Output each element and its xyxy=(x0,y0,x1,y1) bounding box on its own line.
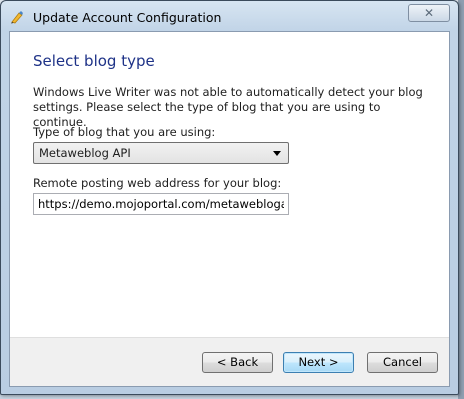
page-title: Select blog type xyxy=(33,52,155,70)
title-bar[interactable]: Update Account Configuration ✕ xyxy=(1,1,458,33)
cancel-button[interactable]: Cancel xyxy=(367,352,438,373)
blog-type-select[interactable]: Metaweblog API xyxy=(33,142,289,164)
wizard-page: Select blog type Windows Live Writer was… xyxy=(10,32,449,337)
window-title: Update Account Configuration xyxy=(33,10,222,25)
footer-divider xyxy=(10,337,449,338)
close-icon: ✕ xyxy=(423,6,435,20)
dialog-client-area: Select blog type Windows Live Writer was… xyxy=(9,31,450,387)
dialog-window: Update Account Configuration ✕ Select bl… xyxy=(0,0,459,395)
close-button[interactable]: ✕ xyxy=(408,4,450,22)
remote-address-label: Remote posting web address for your blog… xyxy=(33,176,282,190)
back-button[interactable]: < Back xyxy=(202,352,273,373)
blog-type-label: Type of blog that you are using: xyxy=(33,125,216,139)
next-button[interactable]: Next > xyxy=(283,352,354,373)
page-description: Windows Live Writer was not able to auto… xyxy=(33,85,423,129)
windows-live-writer-icon xyxy=(11,11,23,24)
remote-address-input[interactable] xyxy=(33,193,289,215)
chevron-down-icon xyxy=(273,151,281,156)
blog-type-selected-value: Metaweblog API xyxy=(39,146,131,160)
